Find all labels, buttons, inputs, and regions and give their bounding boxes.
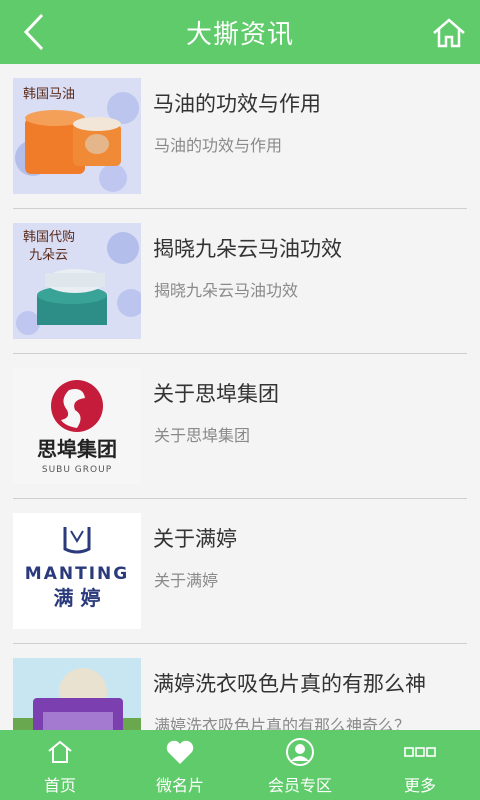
top-bar: 大撕资讯 [0, 0, 480, 64]
list-item[interactable]: MANTING 满 婷 关于满婷 关于满婷 [13, 499, 467, 644]
tab-label: 首页 [43, 776, 76, 795]
home-button[interactable] [426, 10, 472, 56]
thumb-logo-sub: SUBU GROUP [42, 465, 112, 475]
article-summary: 满婷洗衣吸色片真的有那么神奇么？ [154, 716, 411, 730]
article-title: 关于思埠集团 [153, 382, 279, 406]
list-item[interactable]: 思埠集团 SUBU GROUP 关于思埠集团 关于思埠集团 [13, 354, 467, 499]
article-title: 揭晓九朵云马油功效 [153, 237, 342, 261]
home-icon [43, 736, 77, 768]
tab-label: 微名片 [155, 776, 204, 795]
article-list: 韩国马油 马油的功效与作用 马油的功效与作用 韩国代购 九朵云 揭晓九朵云马油功… [0, 64, 480, 730]
thumb-caption: 韩国代购 [23, 229, 75, 245]
article-thumbnail: 思埠集团 SUBU GROUP [13, 368, 141, 484]
thumb-logo-text: 满 婷 [54, 586, 101, 610]
article-summary: 关于思埠集团 [154, 426, 251, 445]
thumb-caption: 韩国马油 [23, 87, 75, 102]
list-item[interactable]: 韩国代购 九朵云 揭晓九朵云马油功效 揭晓九朵云马油功效 [13, 209, 467, 354]
list-item[interactable]: 韩国马油 马油的功效与作用 马油的功效与作用 [13, 64, 467, 209]
article-summary: 揭晓九朵云马油功效 [154, 281, 299, 300]
article-title: 马油的功效与作用 [153, 92, 321, 116]
user-icon [283, 736, 317, 768]
thumb-caption: 九朵云 [29, 248, 68, 263]
page-title: 大撕资讯 [185, 19, 294, 50]
article-summary: 关于满婷 [154, 571, 219, 590]
thumb-logo-sub: MANTING [25, 564, 129, 584]
tab-label: 更多 [403, 776, 436, 795]
article-thumbnail: 韩国马油 [13, 78, 141, 194]
article-thumbnail: MANTING 满 婷 [13, 513, 141, 629]
home-icon [433, 18, 465, 48]
article-summary: 马油的功效与作用 [154, 136, 283, 155]
tab-home[interactable]: 首页 [0, 730, 120, 800]
tab-member[interactable]: 会员专区 [240, 730, 360, 800]
tab-card[interactable]: 微名片 [120, 730, 240, 800]
article-thumbnail: 韩国代购 九朵云 [13, 223, 141, 339]
article-title: 满婷洗衣吸色片真的有那么神 [153, 672, 426, 696]
back-button[interactable] [10, 8, 58, 56]
tab-more[interactable]: 更多 [360, 730, 480, 800]
tab-label: 会员专区 [267, 776, 332, 795]
bottom-tab-bar: 首页 微名片 会员专区 更多 [0, 730, 480, 800]
chevron-left-icon [23, 13, 44, 51]
heart-icon [163, 736, 197, 768]
list-item[interactable]: 满婷洗衣吸色片真的有那么神 满婷洗衣吸色片真的有那么神奇么？ [13, 644, 467, 730]
thumb-logo-text: 思埠集团 [37, 437, 117, 461]
more-icon [403, 736, 437, 768]
article-thumbnail [13, 658, 141, 730]
article-title: 关于满婷 [153, 527, 237, 551]
